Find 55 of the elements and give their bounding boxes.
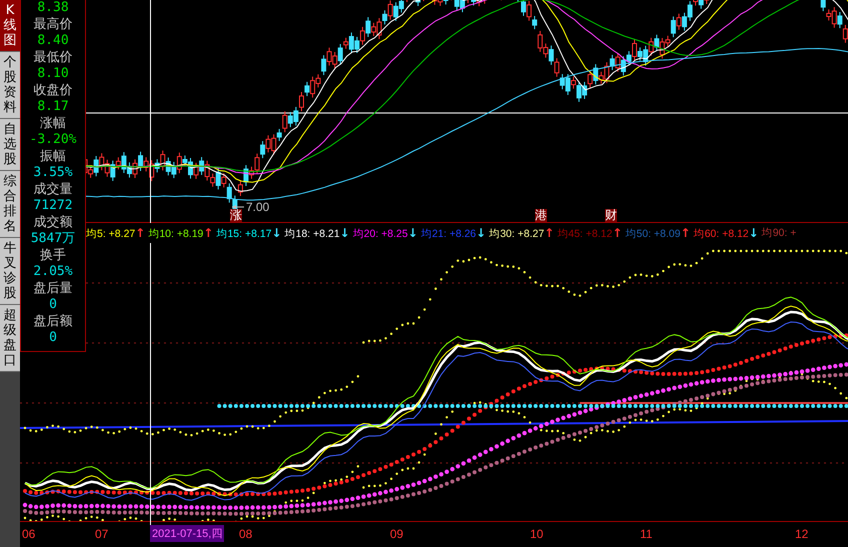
- info-value: -3.20%: [30, 132, 76, 148]
- moving-average-label: 均15: +8.17↓: [216, 226, 282, 240]
- event-marker[interactable]: 港: [535, 209, 547, 222]
- info-value: 8.40: [37, 33, 69, 50]
- info-value: 2.05%: [33, 264, 73, 280]
- side-tab[interactable]: 牛叉诊股: [0, 238, 20, 305]
- info-label: 成交额: [34, 214, 72, 231]
- moving-average-label: 均10: +8.19↑: [148, 226, 214, 240]
- candlestick: [517, 0, 518, 2]
- side-tab[interactable]: 个股资料: [0, 52, 20, 119]
- moving-average-label: 均18: +8.21↓: [284, 226, 350, 240]
- axis-label: 06: [22, 527, 36, 541]
- info-value: 5847万: [30, 231, 76, 248]
- moving-average-label: 均90: +: [762, 226, 796, 240]
- info-value: 0: [49, 297, 57, 314]
- moving-average-label: 均21: +8.26↓: [420, 226, 486, 240]
- axis-label: 12: [795, 527, 808, 541]
- info-label: 收盘价: [34, 82, 72, 99]
- info-label: 最低价: [34, 50, 72, 66]
- event-marker[interactable]: 财: [605, 209, 617, 222]
- moving-average-label: 均30: +8.27↑: [489, 226, 554, 240]
- side-tab[interactable]: 超级盘口: [0, 305, 20, 372]
- side-tab[interactable]: 综合排名: [0, 171, 20, 238]
- cursor-date-label: 2021-07-15,四: [150, 525, 224, 542]
- info-label: 振幅: [40, 148, 66, 165]
- candlestick: [416, 0, 421, 6]
- axis-label: 11: [640, 527, 652, 541]
- info-label: 换手: [40, 248, 66, 264]
- axis-label: 08: [239, 527, 252, 541]
- moving-average-label: 均60: +8.12↓: [694, 226, 759, 240]
- low-price-label: 7.00: [246, 200, 270, 214]
- info-value: 3.55%: [33, 165, 73, 182]
- info-value: 71272: [33, 198, 73, 214]
- info-value: 8.10: [37, 66, 69, 82]
- info-label: 最高价: [34, 16, 72, 33]
- moving-average-label: 均45: +8.12↑: [557, 226, 622, 240]
- candlestick: [423, 0, 424, 2]
- axis-label: 10: [530, 527, 544, 541]
- side-tab[interactable]: 自选股: [0, 119, 20, 171]
- info-value: 8.38: [37, 0, 69, 16]
- info-value: 0: [49, 330, 57, 346]
- info-label: 成交量: [34, 182, 72, 198]
- candlestick: [406, 0, 408, 3]
- moving-average-label: 均20: +8.25↓: [352, 226, 418, 240]
- leader-line: [232, 205, 244, 209]
- info-label: 涨幅: [40, 116, 66, 132]
- info-label: 盘后额: [34, 314, 72, 330]
- info-label: 盘后量: [34, 280, 72, 297]
- axis-label: 07: [95, 527, 108, 541]
- moving-average-label: 均50: +8.09↑: [625, 226, 691, 240]
- event-marker[interactable]: 涨: [230, 209, 242, 222]
- axis-label: 09: [390, 527, 404, 541]
- side-tab[interactable]: K线图: [0, 0, 20, 52]
- moving-average-label: 均5: +8.27↑: [86, 226, 146, 240]
- info-value: 8.17: [37, 99, 69, 116]
